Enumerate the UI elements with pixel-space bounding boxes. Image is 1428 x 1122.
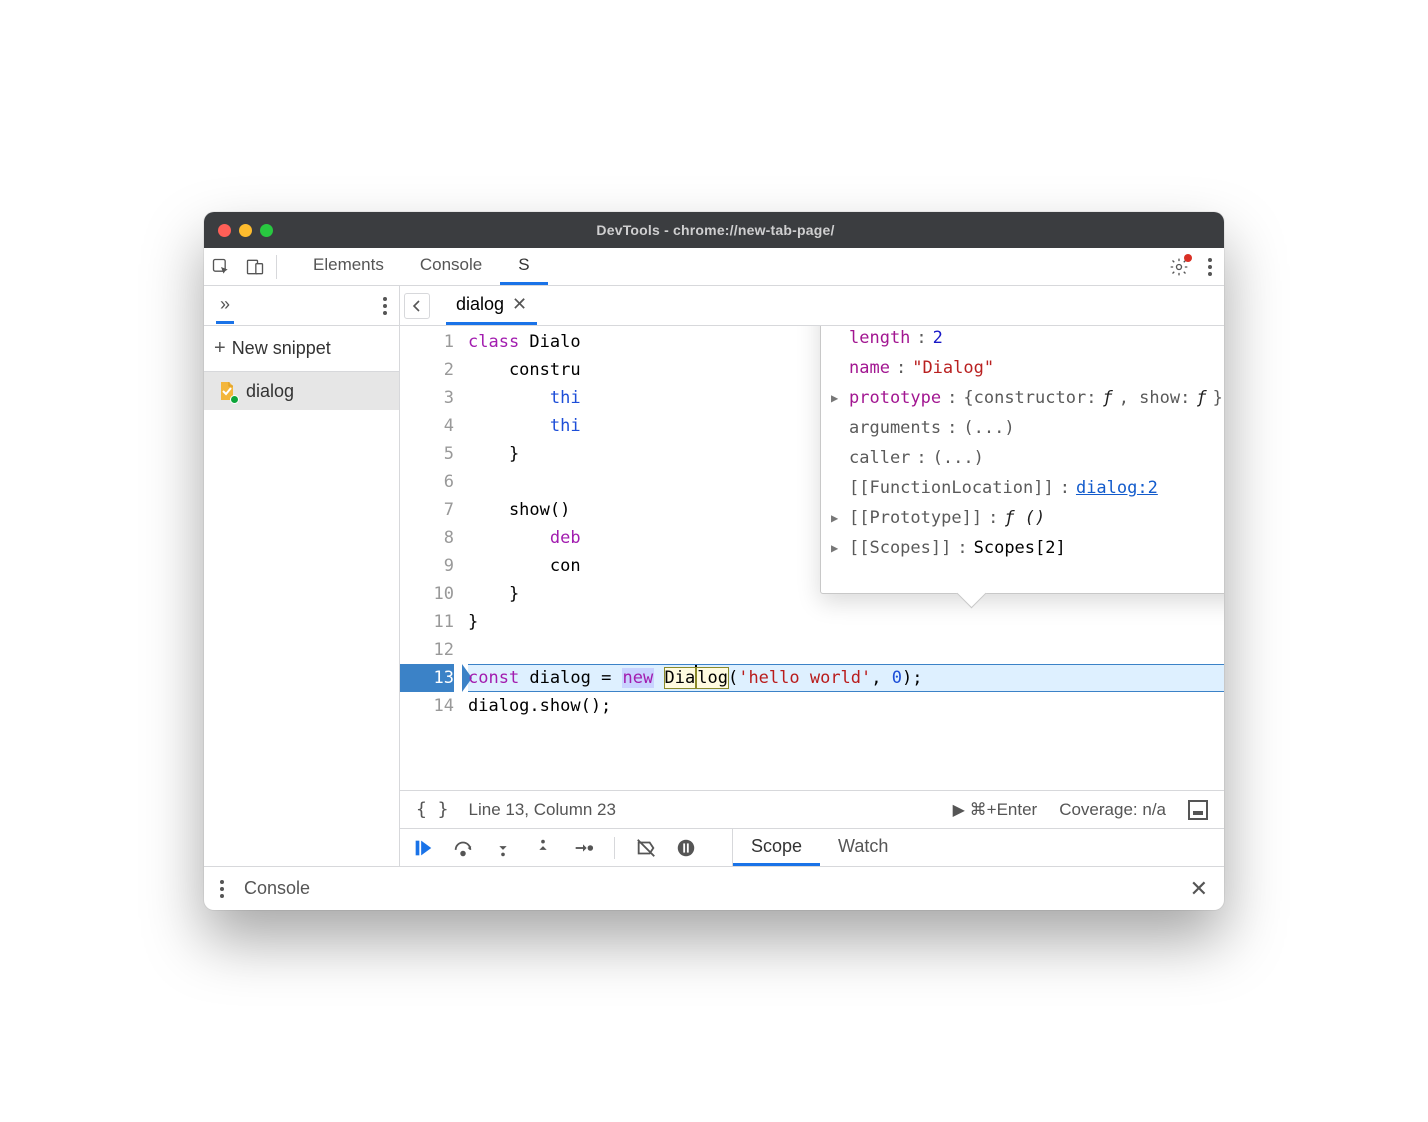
window-title: DevTools - chrome://new-tab-page/ [273,222,1158,238]
line-number[interactable]: 11 [400,608,454,636]
line-number[interactable]: 12 [400,636,454,664]
tooltip-property-row[interactable]: ▶[[Prototype]]: ƒ () [821,503,1224,533]
snippet-list: dialog [204,372,399,866]
pause-exceptions-icon[interactable] [675,837,697,859]
titlebar: DevTools - chrome://new-tab-page/ [204,212,1224,248]
run-snippet-button[interactable]: ▶ ⌘+Enter [953,800,1038,820]
devtools-toolbar: Elements Console S [204,248,1224,286]
tab-console[interactable]: Console [402,248,500,285]
close-window-icon[interactable] [218,224,231,237]
editor-tab-name: dialog [456,294,504,315]
minimize-window-icon[interactable] [239,224,252,237]
new-snippet-button[interactable]: + New snippet [204,326,399,372]
line-number[interactable]: 7 [400,496,454,524]
line-number[interactable]: 2 [400,356,454,384]
snippet-item[interactable]: dialog [204,372,399,410]
plus-icon: + [214,337,226,360]
editor-tab[interactable]: dialog ✕ [446,286,537,325]
maximize-window-icon[interactable] [260,224,273,237]
resume-icon[interactable] [412,837,434,859]
line-number[interactable]: 3 [400,384,454,412]
line-number[interactable]: 9 [400,552,454,580]
step-over-icon[interactable] [452,837,474,859]
tab-elements[interactable]: Elements [295,248,402,285]
divider [276,255,277,279]
tooltip-property-row[interactable]: ▶prototype: {constructor: ƒ, show: ƒ} [821,383,1224,413]
tooltip-property-row[interactable]: ▶[[Scopes]]: Scopes[2] [821,533,1224,563]
nav-back-icon[interactable] [404,293,430,319]
panel-tabs: Elements Console S [295,248,548,285]
tooltip-property-row[interactable]: caller: (...) [821,443,1224,473]
step-out-icon[interactable] [532,837,554,859]
window-controls [218,224,273,237]
line-number[interactable]: 14 [400,692,454,720]
settings-icon[interactable] [1168,256,1190,278]
pretty-print-icon[interactable]: { } [416,799,449,820]
coverage-label: Coverage: n/a [1059,800,1166,820]
tab-scope[interactable]: Scope [733,829,820,866]
close-drawer-icon[interactable]: ✕ [1190,876,1208,902]
snippet-name: dialog [246,381,294,402]
tooltip-property-row[interactable]: name: "Dialog" [821,353,1224,383]
object-preview-tooltip: class Dialog length: 2name: "Dialog"▶pro… [820,326,1224,594]
line-number[interactable]: 5 [400,440,454,468]
coverage-toggle-icon[interactable] [1188,800,1208,820]
more-menu-icon[interactable] [1208,265,1212,269]
debugger-sidebar-tabs: Scope Watch [732,829,1212,866]
snippet-file-icon [218,381,236,401]
tooltip-property-row[interactable]: arguments: (...) [821,413,1224,443]
editor-statusbar: { } Line 13, Column 23 ▶ ⌘+Enter Coverag… [400,790,1224,828]
line-number[interactable]: 6 [400,468,454,496]
code-line[interactable]: const dialog = new Dialog('hello world',… [468,664,1224,692]
editor-pane: dialog ✕ 1234567891011121314 class Dialo… [400,286,1224,866]
tab-watch[interactable]: Watch [820,829,906,866]
gutter: 1234567891011121314 [400,326,468,790]
line-number[interactable]: 13 [400,664,454,692]
code-line[interactable] [468,636,1224,664]
close-tab-icon[interactable]: ✕ [512,294,527,315]
navigator-expand-icon[interactable]: » [216,288,234,324]
line-number[interactable]: 10 [400,580,454,608]
tooltip-property-row[interactable]: [[FunctionLocation]]: dialog:2 [821,473,1224,503]
drawer-more-icon[interactable] [220,887,224,891]
new-snippet-label: New snippet [232,338,331,359]
step-into-icon[interactable] [492,837,514,859]
drawer-tab-console[interactable]: Console [244,878,310,899]
navigator-sidebar: » + New snippet dialog [204,286,400,866]
modified-indicator-icon [230,395,239,404]
code-line[interactable]: } [468,608,1224,636]
navigator-more-icon[interactable] [383,304,387,308]
sources-panel: » + New snippet dialog [204,286,1224,866]
editor-tabbar: dialog ✕ [400,286,1224,326]
console-drawer: Console ✕ [204,866,1224,910]
divider [614,837,615,859]
tab-sources[interactable]: S [500,248,547,285]
line-number[interactable]: 1 [400,328,454,356]
deactivate-breakpoints-icon[interactable] [635,837,657,859]
code-editor[interactable]: 1234567891011121314 class Dialo constru … [400,326,1224,790]
debugger-toolbar: Scope Watch [400,828,1224,866]
navigator-tabs: » [204,286,399,326]
line-number[interactable]: 8 [400,524,454,552]
line-number[interactable]: 4 [400,412,454,440]
device-toolbar-icon[interactable] [244,256,266,278]
code-line[interactable]: dialog.show(); [468,692,1224,720]
cursor-position: Line 13, Column 23 [469,800,616,820]
devtools-window: DevTools - chrome://new-tab-page/ Elemen… [204,212,1224,910]
tooltip-property-row[interactable]: length: 2 [821,326,1224,353]
inspect-element-icon[interactable] [210,256,232,278]
step-icon[interactable] [572,837,594,859]
